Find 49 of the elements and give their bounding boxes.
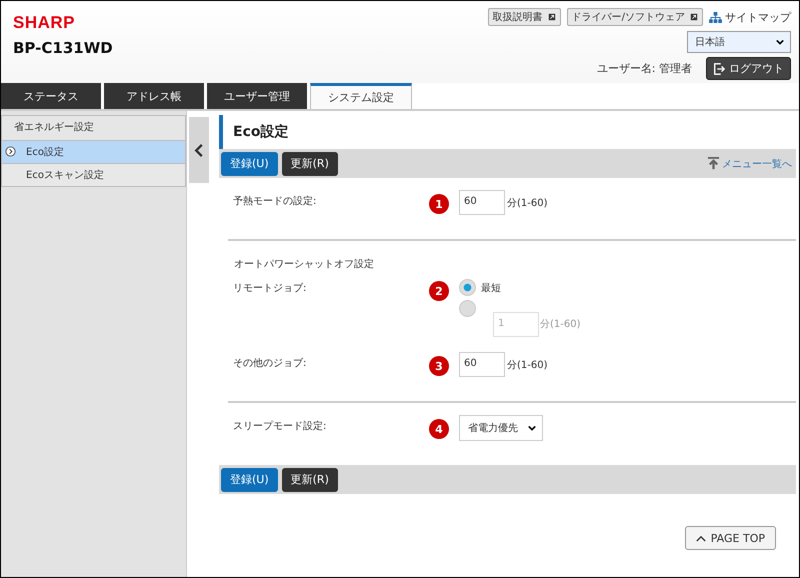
chevron-down-icon	[528, 425, 536, 431]
sitemap-link[interactable]: サイトマップ	[709, 10, 791, 24]
number-badge: 2	[429, 281, 449, 301]
language-select[interactable]: 日本語	[687, 31, 791, 53]
manual-link[interactable]: ドライバー/ソフトウェア	[566, 8, 703, 26]
setting-label: スリープモード設定:	[232, 420, 328, 433]
collapse-handle[interactable]	[189, 117, 209, 183]
logout-button[interactable]: ログアウト	[706, 57, 791, 80]
user-name: ユーザー名: 管理者	[596, 61, 692, 76]
number-badge: 1	[429, 194, 449, 214]
up-arrow-icon	[707, 157, 720, 170]
logout-icon	[713, 62, 725, 74]
unit-label: 分(1-60)	[540, 318, 580, 331]
unit-label: 分(1-60)	[507, 197, 548, 210]
sitemap-icon	[709, 12, 722, 22]
action-button[interactable]: 登録(U)	[221, 468, 278, 492]
number-field[interactable]: 60	[459, 352, 505, 377]
nav-tab[interactable]: システム設定	[310, 83, 412, 109]
sleep-mode-select[interactable]: 省電力優先	[459, 415, 543, 441]
sidebar-item[interactable]: Ecoスキャン設定	[1, 164, 186, 187]
chevron-down-icon	[776, 39, 784, 45]
nav-tab[interactable]: ユーザー管理	[207, 83, 307, 109]
manual-link[interactable]: 取扱説明書	[488, 8, 561, 26]
chevron-up-icon	[696, 534, 706, 542]
unit-label: 分(1-60)	[507, 359, 548, 372]
number-field[interactable]: 60	[459, 190, 505, 215]
chevron-circle-icon	[5, 146, 16, 157]
action-button[interactable]: 更新(R)	[282, 152, 338, 176]
number-badge: 3	[429, 356, 449, 376]
external-link-icon	[548, 13, 556, 21]
setting-label: 予熱モードの設定:	[232, 194, 318, 208]
sidebar-heading: 省エネルギー設定	[1, 115, 186, 141]
nav-tab[interactable]: アドレス帳	[104, 83, 204, 109]
sidebar-item[interactable]: Eco設定	[1, 141, 186, 164]
page-top-button[interactable]: PAGE TOP	[684, 526, 776, 550]
setting-label: その他のジョブ:	[232, 356, 308, 370]
action-button[interactable]: 更新(R)	[282, 468, 338, 492]
section-heading: オートパワーシャットオフ設定	[234, 258, 375, 271]
nav-tab[interactable]: ステータス	[1, 83, 101, 109]
setting-label: リモートジョブ:	[232, 282, 308, 295]
external-link-icon	[690, 13, 698, 21]
action-button[interactable]: 登録(U)	[221, 152, 278, 176]
radio-label: 最短	[481, 282, 501, 294]
number-badge: 4	[429, 419, 449, 439]
logo: SHARP	[13, 13, 76, 33]
chevron-left-icon	[194, 142, 204, 158]
model-name: BP-C131WD	[13, 39, 113, 57]
menu-link[interactable]: メニュー一覧へ	[707, 156, 794, 170]
radio-button[interactable]	[459, 279, 476, 296]
